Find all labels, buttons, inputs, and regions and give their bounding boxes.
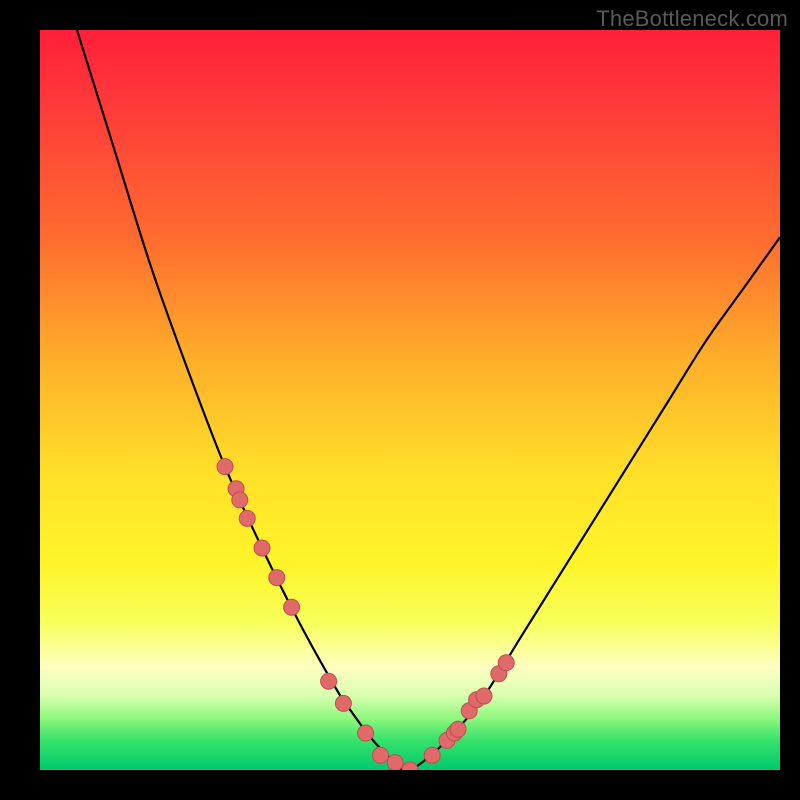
sample-point <box>335 695 351 711</box>
sample-point <box>446 725 462 741</box>
sample-point <box>228 481 244 497</box>
sample-point <box>321 673 337 689</box>
sample-point <box>491 666 507 682</box>
sample-point <box>254 540 270 556</box>
sample-point <box>358 725 374 741</box>
sample-point <box>469 692 485 708</box>
bottleneck-curve <box>77 30 780 770</box>
sample-point <box>402 762 418 770</box>
plot-area <box>40 30 780 770</box>
sample-point <box>387 755 403 770</box>
watermark-text: TheBottleneck.com <box>596 6 788 32</box>
sample-point <box>372 747 388 763</box>
sample-point <box>476 688 492 704</box>
sample-point <box>284 599 300 615</box>
chart-frame: TheBottleneck.com <box>0 0 800 800</box>
sample-point <box>450 721 466 737</box>
curve-layer <box>40 30 780 770</box>
sample-point <box>217 459 233 475</box>
sample-point <box>439 732 455 748</box>
sample-point <box>461 703 477 719</box>
sample-point <box>269 570 285 586</box>
sample-point <box>232 492 248 508</box>
marker-group <box>217 459 514 770</box>
sample-point <box>498 655 514 671</box>
sample-point <box>239 510 255 526</box>
sample-point <box>424 747 440 763</box>
